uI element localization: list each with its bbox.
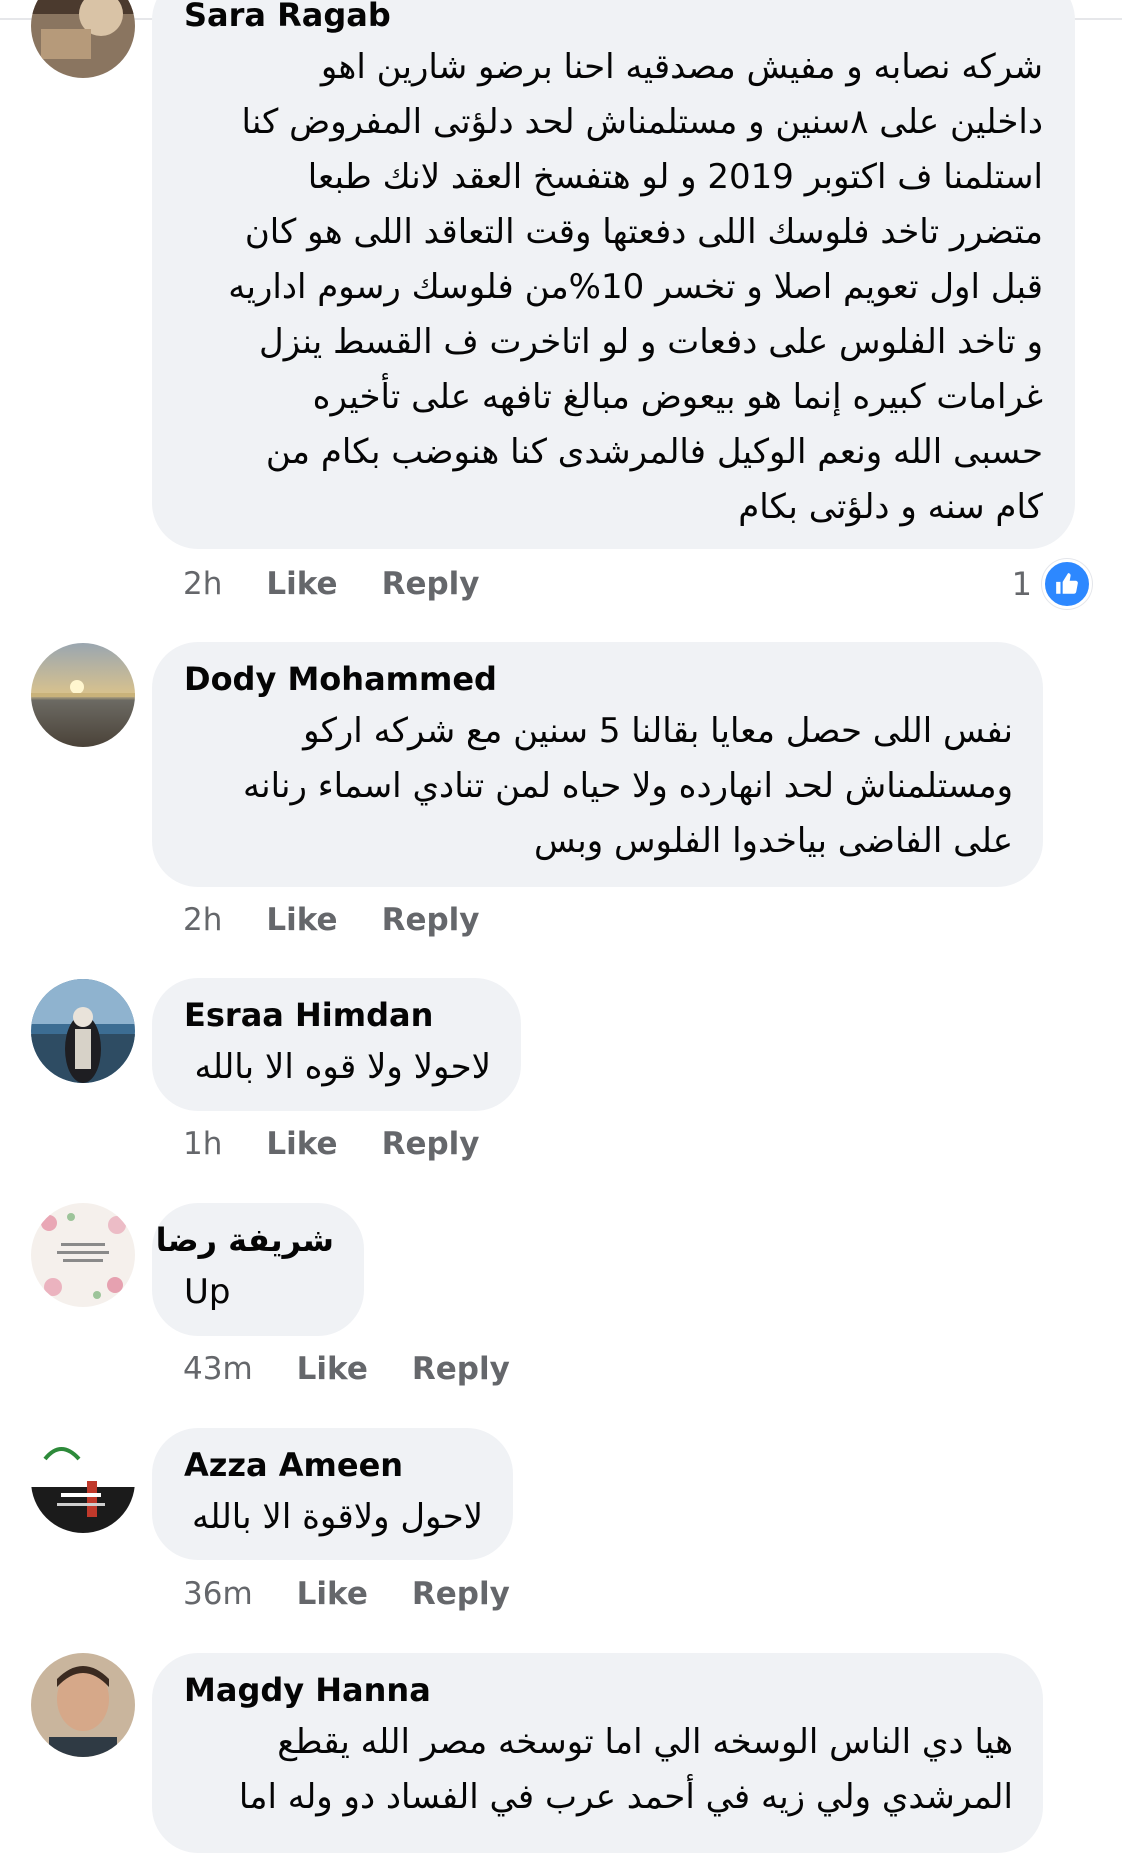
reply-button[interactable]: Reply — [382, 566, 480, 602]
comment-author[interactable]: Sara Ragab — [184, 0, 1045, 38]
comment-text: لاحول ولاقوة الا بالله — [184, 1490, 483, 1545]
like-button[interactable]: Like — [297, 1351, 368, 1387]
comment-line: شركه نصابه و مفيش مصدقيه احنا برضو شارين… — [320, 47, 1043, 87]
comment-line: و تاخد الفلوس على دفعات و لو اتاخرت ف ال… — [259, 322, 1043, 362]
comment-bubble: Esraa Himdan لاحولا ولا قوه الا بالله — [152, 978, 521, 1111]
comment-time[interactable]: 2h — [183, 902, 222, 938]
comment-actions: 2h Like Reply — [183, 898, 480, 942]
comment-line: لاحول ولاقوة الا بالله — [191, 1497, 483, 1537]
avatar[interactable] — [31, 1653, 135, 1757]
avatar[interactable] — [31, 979, 135, 1083]
comment-author[interactable]: Magdy Hanna — [184, 1667, 1013, 1713]
like-button[interactable]: Like — [266, 902, 337, 938]
comment-author[interactable]: Esraa Himdan — [184, 992, 491, 1038]
reply-button[interactable]: Reply — [412, 1576, 510, 1612]
comment-line: غرامات كبيره إنما هو بيعوض مبالغ تافهه ع… — [312, 377, 1043, 417]
reaction-count: 1 — [1011, 565, 1032, 603]
comment-time[interactable]: 1h — [183, 1126, 222, 1162]
comment-text: هيا دي الناس الوسخه الي اما توسخه مصر ال… — [184, 1715, 1013, 1825]
comment-line: هيا دي الناس الوسخه الي اما توسخه مصر ال… — [277, 1722, 1013, 1762]
avatar[interactable] — [31, 643, 135, 747]
comment-text: Up — [184, 1265, 334, 1320]
avatar[interactable] — [31, 1203, 135, 1307]
like-button[interactable]: Like — [266, 1126, 337, 1162]
comment-actions: 43m Like Reply — [183, 1347, 510, 1391]
comment-author[interactable]: شريفة رضا — [156, 1217, 334, 1263]
comment-line: ومستلمناش لحد انهارده ولا حياه لمن تنادي… — [242, 766, 1013, 806]
comment-line: متضرر تاخد فلوسك اللى دفعتها وقت التعاقد… — [244, 212, 1043, 252]
comment-line: نفس اللى حصل معايا بقالنا 5 سنين مع شركه… — [303, 711, 1013, 751]
comment-actions: 1h Like Reply — [183, 1122, 480, 1166]
avatar[interactable] — [31, 0, 135, 78]
reaction-summary[interactable]: 1 — [1011, 559, 1092, 609]
thumbs-up-icon — [1042, 559, 1092, 609]
comment-line: داخلين على ٨سنين و مستلمناش لحد دلؤتى ال… — [241, 102, 1043, 142]
comment-line: حسبى الله ونعم الوكيل فالمرشدى كنا هنوضب… — [265, 432, 1043, 472]
comment-actions: 36m Like Reply — [183, 1572, 510, 1616]
avatar[interactable] — [31, 1429, 135, 1533]
comment-line: استلمنا ف اكتوبر 2019 و لو هتفسخ العقد ل… — [307, 157, 1043, 197]
comment-bubble: شريفة رضا Up — [152, 1203, 364, 1336]
comment-bubble: Azza Ameen لاحول ولاقوة الا بالله — [152, 1428, 513, 1560]
comment-line: لاحولا ولا قوه الا بالله — [194, 1047, 491, 1087]
comment-text: لاحولا ولا قوه الا بالله — [184, 1040, 491, 1095]
comment-bubble: Sara Ragab شركه نصابه و مفيش مصدقيه احنا… — [152, 0, 1075, 549]
like-button[interactable]: Like — [266, 566, 337, 602]
comment-text: نفس اللى حصل معايا بقالنا 5 سنين مع شركه… — [184, 704, 1013, 869]
reply-button[interactable]: Reply — [412, 1351, 510, 1387]
comment-author[interactable]: Azza Ameen — [184, 1442, 483, 1488]
comment-bubble: Magdy Hanna هيا دي الناس الوسخه الي اما … — [152, 1653, 1043, 1853]
comment-line: قبل اول تعويم اصلا و تخسر 10%من فلوسك رس… — [228, 267, 1043, 307]
like-button[interactable]: Like — [297, 1576, 368, 1612]
reply-button[interactable]: Reply — [382, 1126, 480, 1162]
reply-button[interactable]: Reply — [382, 902, 480, 938]
comment-time[interactable]: 36m — [183, 1576, 253, 1612]
comment-line: Up — [184, 1272, 231, 1312]
comment-bubble: Dody Mohammed نفس اللى حصل معايا بقالنا … — [152, 642, 1043, 887]
comment-line: المرشدي ولي زيه في أحمد عرب في الفساد دو… — [238, 1777, 1013, 1817]
comment-time[interactable]: 2h — [183, 566, 222, 602]
comment-text: شركه نصابه و مفيش مصدقيه احنا برضو شارين… — [184, 40, 1045, 535]
comment-author[interactable]: Dody Mohammed — [184, 656, 1013, 702]
comment-line: كام سنه و دلؤتى بكام — [738, 487, 1043, 527]
comment-time[interactable]: 43m — [183, 1351, 253, 1387]
comment-actions: 2h Like Reply — [183, 562, 480, 606]
comment-line: على الفاضى بياخدوا الفلوس وبس — [533, 821, 1013, 861]
